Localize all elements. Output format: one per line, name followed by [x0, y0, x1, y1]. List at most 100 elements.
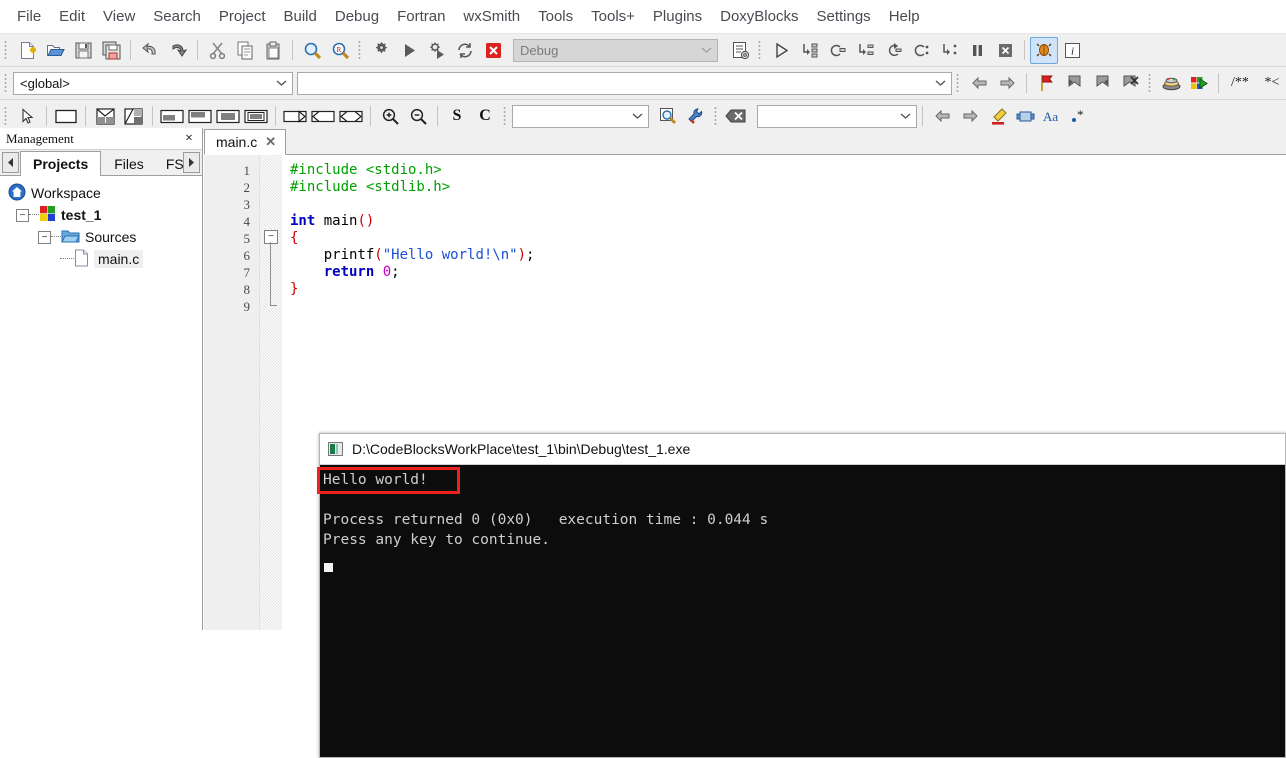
debug-break-icon[interactable] [963, 37, 991, 64]
search-options-icon[interactable] [682, 103, 710, 130]
box-sizer-h-icon[interactable] [158, 103, 186, 130]
console-window[interactable]: D:\CodeBlocksWorkPlace\test_1\bin\Debug\… [319, 433, 1286, 758]
tree-collapse-sources[interactable]: − [38, 230, 51, 244]
incremental-search-combo[interactable] [757, 104, 917, 128]
fold-margin[interactable]: − [260, 155, 282, 630]
toolbar-grip-wxsmith[interactable] [2, 105, 10, 127]
menu-view[interactable]: View [94, 5, 144, 28]
search-go-icon[interactable] [654, 103, 682, 130]
toolbar-grip-debug[interactable] [756, 39, 764, 61]
debug-step-into-instruction-icon[interactable] [935, 37, 963, 64]
close-icon[interactable]: ✕ [265, 134, 276, 150]
tab-scroll-left-icon[interactable] [2, 152, 19, 173]
toolbar-grip-incr[interactable] [712, 105, 720, 127]
close-icon[interactable]: × [182, 131, 196, 147]
debug-info-icon[interactable] [1030, 36, 1058, 64]
find-icon[interactable] [298, 37, 326, 64]
panel-icon[interactable] [52, 103, 80, 130]
build-options-icon[interactable] [726, 37, 754, 64]
menu-search[interactable]: Search [144, 5, 210, 28]
debug-stop-icon[interactable] [991, 37, 1019, 64]
box-sizer-v-icon[interactable] [186, 103, 214, 130]
copy-icon[interactable] [231, 37, 259, 64]
select-all-matches-icon[interactable] [1012, 103, 1040, 130]
new-file-icon[interactable] [13, 37, 41, 64]
toolbar-grip-scope[interactable] [2, 72, 10, 94]
tree-collapse-project[interactable]: − [16, 208, 29, 222]
zoom-in-icon[interactable] [376, 103, 404, 130]
spacer-icon[interactable] [281, 103, 309, 130]
debug-step-out-icon[interactable] [879, 37, 907, 64]
menu-tools-plus[interactable]: Tools+ [582, 5, 644, 28]
forward-icon[interactable] [993, 70, 1021, 97]
debug-next-instruction-icon[interactable] [907, 37, 935, 64]
undo-icon[interactable] [136, 37, 164, 64]
prev-match-icon[interactable] [928, 103, 956, 130]
save-all-icon[interactable] [97, 37, 125, 64]
tab-scroll-right-icon[interactable] [183, 152, 200, 173]
search-combo[interactable] [512, 104, 649, 128]
debug-next-line-icon[interactable] [823, 37, 851, 64]
menu-fortran[interactable]: Fortran [388, 5, 454, 28]
open-file-icon[interactable] [41, 37, 69, 64]
menu-doxyblocks[interactable]: DoxyBlocks [711, 5, 807, 28]
regex-icon[interactable]: * [1068, 103, 1096, 130]
save-icon[interactable] [69, 37, 97, 64]
panel-tab-files[interactable]: Files [101, 151, 157, 175]
symbol-combo[interactable] [297, 71, 952, 95]
run-icon[interactable] [395, 37, 423, 64]
doxy-comment-line-button[interactable]: *< [1256, 70, 1286, 97]
grid-sizer-icon[interactable] [91, 103, 119, 130]
build-target-combo[interactable]: Debug [513, 38, 718, 62]
toolbar-grip-search[interactable] [501, 105, 509, 127]
menu-edit[interactable]: Edit [50, 5, 94, 28]
back-icon[interactable] [965, 70, 993, 97]
menu-file[interactable]: File [8, 5, 50, 28]
pointer-icon[interactable] [13, 103, 41, 130]
custom-spacer-icon[interactable] [337, 103, 365, 130]
redo-icon[interactable] [164, 37, 192, 64]
menu-help[interactable]: Help [880, 5, 929, 28]
match-case-icon[interactable]: Aa [1040, 103, 1068, 130]
rebuild-icon[interactable] [451, 37, 479, 64]
cut-icon[interactable] [203, 37, 231, 64]
highlight-icon[interactable] [984, 103, 1012, 130]
symbols-button[interactable]: S [443, 103, 471, 130]
std-dialog-sizer-icon[interactable] [242, 103, 270, 130]
tree-row-sources[interactable]: − Sources [4, 226, 202, 248]
scope-combo[interactable]: <global> [13, 71, 293, 95]
tree-row-main-c[interactable]: main.c [4, 248, 202, 270]
stretch-spacer-icon[interactable] [309, 103, 337, 130]
next-match-icon[interactable] [956, 103, 984, 130]
panel-tab-projects[interactable]: Projects [20, 151, 102, 176]
doxyblocks-extract-icon[interactable] [1185, 70, 1213, 97]
toolbar-grip-nav[interactable] [954, 72, 962, 94]
build-and-run-icon[interactable] [423, 37, 451, 64]
toolbar-grip-build[interactable] [356, 39, 364, 61]
doxy-comment-block-button[interactable]: /** [1224, 70, 1256, 97]
menu-tools[interactable]: Tools [529, 5, 582, 28]
previous-bookmark-icon[interactable] [1060, 70, 1088, 97]
debug-continue-icon[interactable] [767, 37, 795, 64]
tree-row-project[interactable]: − test_1 [4, 204, 202, 226]
next-bookmark-icon[interactable] [1088, 70, 1116, 97]
menu-project[interactable]: Project [210, 5, 275, 28]
menu-settings[interactable]: Settings [807, 5, 879, 28]
panel-tab-fsymbols[interactable]: FSymbols [156, 151, 185, 175]
classes-button[interactable]: C [471, 103, 499, 130]
fold-toggle-icon[interactable]: − [264, 230, 278, 244]
zoom-out-icon[interactable] [404, 103, 432, 130]
menu-plugins[interactable]: Plugins [644, 5, 711, 28]
static-box-sizer-icon[interactable] [214, 103, 242, 130]
editor-tab-main-c[interactable]: main.c ✕ [204, 129, 287, 155]
abort-icon[interactable] [479, 37, 507, 64]
clear-bookmarks-icon[interactable] [1116, 70, 1144, 97]
debug-run-to-cursor-icon[interactable] [795, 37, 823, 64]
toolbar-grip[interactable] [2, 39, 10, 61]
tree-row-workspace[interactable]: Workspace [4, 182, 202, 204]
debug-various-info-icon[interactable]: i [1058, 37, 1086, 64]
doxyblocks-run-icon[interactable] [1157, 70, 1185, 97]
debug-step-into-icon[interactable] [851, 37, 879, 64]
build-icon[interactable] [367, 37, 395, 64]
console-title-bar[interactable]: D:\CodeBlocksWorkPlace\test_1\bin\Debug\… [320, 434, 1285, 465]
